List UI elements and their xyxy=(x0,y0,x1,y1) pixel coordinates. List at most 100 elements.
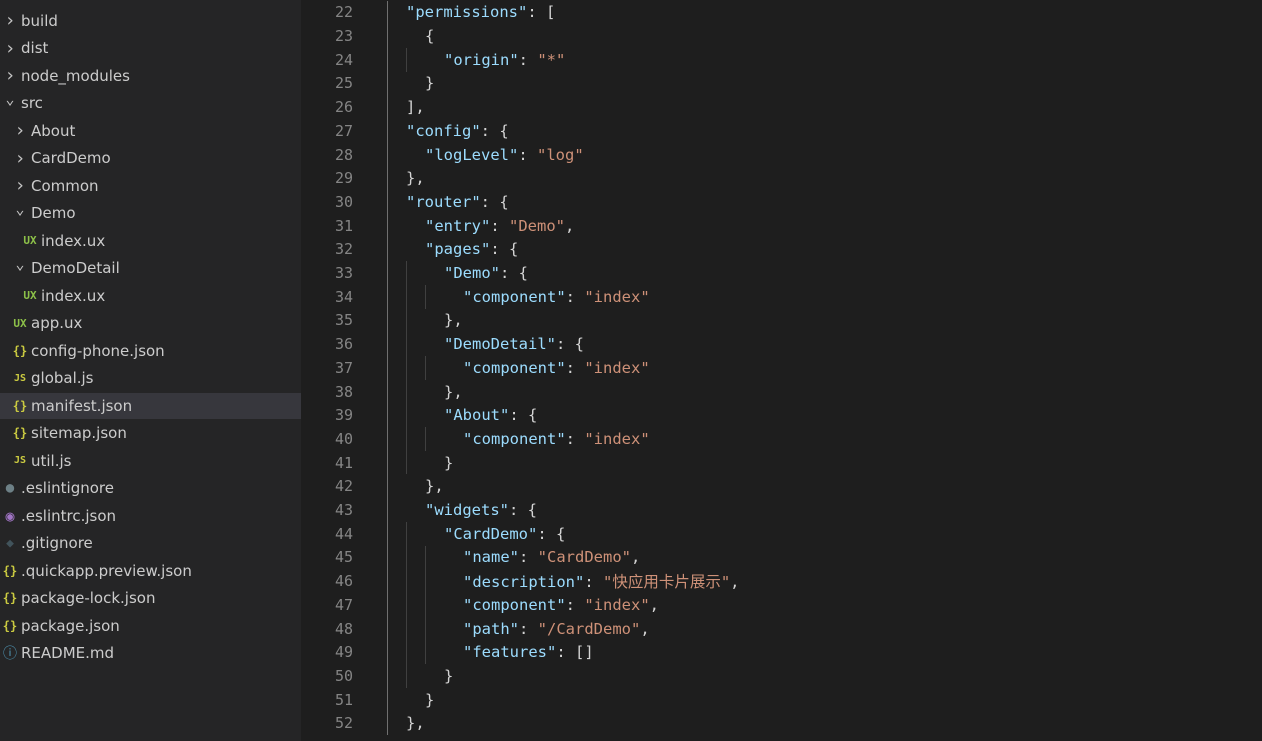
code-line[interactable]: 41} xyxy=(301,451,1262,475)
code-text: }, xyxy=(406,714,425,732)
tree-item-package-lock-json[interactable]: {} package-lock.json xyxy=(0,585,301,611)
code-line[interactable]: 43 "widgets": { xyxy=(301,498,1262,522)
json-punctuation: }, xyxy=(406,169,425,188)
chevron-down-icon: ⌄ xyxy=(15,200,25,218)
tree-item-global-js[interactable]: JS global.js xyxy=(0,365,301,391)
code-text: "component": "index" xyxy=(463,430,650,448)
tree-item-sitemap-json[interactable]: {} sitemap.json xyxy=(0,420,301,446)
code-line[interactable]: 45 "name": "CardDemo", xyxy=(301,546,1262,570)
tree-item-eslintrc-json[interactable]: ◉ .eslintrc.json xyxy=(0,503,301,529)
line-number: 48 xyxy=(334,619,353,638)
code-line[interactable]: 38}, xyxy=(301,380,1262,404)
tree-item-config-phone-json[interactable]: {} config-phone.json xyxy=(0,338,301,364)
tree-item-common[interactable]: › Common xyxy=(0,173,301,199)
code-text: { xyxy=(425,27,434,45)
code-line[interactable]: 25} xyxy=(301,72,1262,96)
line-number: 43 xyxy=(334,501,353,520)
tree-item-app-ux[interactable]: UX app.ux xyxy=(0,310,301,336)
tree-item-carddemo[interactable]: › CardDemo xyxy=(0,145,301,171)
tree-item-node-modules[interactable]: › node_modules xyxy=(0,63,301,89)
tree-item-label: About xyxy=(31,121,76,140)
code-text: } xyxy=(444,667,453,685)
code-text: "name": "CardDemo", xyxy=(463,548,640,566)
info-file-icon: ⓘ xyxy=(3,646,17,662)
json-punctuation: : [] xyxy=(556,643,594,662)
json-file-icon: {} xyxy=(12,398,28,413)
code-line[interactable]: 28 "logLevel": "log" xyxy=(301,143,1262,167)
tree-item-label: app.ux xyxy=(31,314,83,332)
json-string: "快应用卡片展示" xyxy=(603,573,731,592)
code-line[interactable]: 29}, xyxy=(301,166,1262,190)
line-number: 29 xyxy=(334,169,353,188)
line-number: 42 xyxy=(334,477,353,496)
code-line[interactable]: 23 { xyxy=(301,24,1262,48)
code-text: "logLevel": "log" xyxy=(425,146,584,164)
tree-item-manifest-json[interactable]: {} manifest.json xyxy=(0,392,301,419)
code-line[interactable]: 52}, xyxy=(301,712,1262,736)
tree-item-quickapp-preview-json[interactable]: {} .quickapp.preview.json xyxy=(0,558,301,584)
code-text: } xyxy=(425,691,434,709)
code-line[interactable]: 49 "features": [] xyxy=(301,640,1262,664)
json-punctuation: : xyxy=(490,216,509,235)
indent-guide xyxy=(425,427,426,451)
tree-item-demo[interactable]: ⌄ Demo xyxy=(0,200,301,226)
code-line[interactable]: 35}, xyxy=(301,309,1262,333)
tree-item-package-json[interactable]: {} package.json xyxy=(0,613,301,639)
json-punctuation: }, xyxy=(444,382,463,401)
json-punctuation: : xyxy=(565,429,585,448)
code-line[interactable]: 39 "About": { xyxy=(301,403,1262,427)
code-line[interactable]: 22 "permissions": [ xyxy=(301,1,1262,25)
line-number: 27 xyxy=(334,121,353,140)
tree-item-eslintignore[interactable]: ● .eslintignore xyxy=(0,475,301,501)
code-line[interactable]: 27 "config": { xyxy=(301,119,1262,143)
json-punctuation: } xyxy=(425,690,435,709)
json-punctuation: : xyxy=(519,548,538,567)
code-line[interactable]: 26], xyxy=(301,95,1262,119)
code-line[interactable]: 24 "origin": "*" xyxy=(301,48,1262,72)
code-line[interactable]: 51} xyxy=(301,688,1262,712)
code-line[interactable]: 50} xyxy=(301,664,1262,688)
tree-item-index-ux[interactable]: UX index.ux xyxy=(0,283,301,309)
code-line[interactable]: 47 "component": "index", xyxy=(301,593,1262,617)
code-text: "component": "index", xyxy=(463,596,659,614)
code-text: "description": "快应用卡片展示", xyxy=(463,570,740,592)
tree-item-util-js[interactable]: JS util.js xyxy=(0,448,301,474)
json-file-icon: {} xyxy=(12,426,28,440)
code-line[interactable]: 31 "entry": "Demo", xyxy=(301,214,1262,238)
json-key: "About" xyxy=(444,406,510,425)
json-punctuation: { xyxy=(425,27,435,46)
code-line[interactable]: 33 "Demo": { xyxy=(301,261,1262,285)
tree-item-gitignore[interactable]: ◆ .gitignore xyxy=(0,530,301,556)
code-line[interactable]: 32 "pages": { xyxy=(301,238,1262,262)
json-key: "component" xyxy=(463,429,566,448)
code-line[interactable]: 44 "CardDemo": { xyxy=(301,522,1262,546)
json-key: "widgets" xyxy=(425,501,509,520)
tree-item-src[interactable]: ⌄ src xyxy=(0,90,301,116)
json-string: "index" xyxy=(584,595,650,614)
tree-item-build[interactable]: › build xyxy=(0,8,301,34)
json-key: "component" xyxy=(463,287,566,306)
code-text: "entry": "Demo", xyxy=(425,217,574,235)
line-number: 25 xyxy=(334,74,353,93)
code-line[interactable]: 30 "router": { xyxy=(301,190,1262,214)
tree-item-dist[interactable]: › dist xyxy=(0,35,301,61)
js-file-icon: JS xyxy=(13,455,27,466)
tree-item-demodetail[interactable]: ⌄ DemoDetail xyxy=(0,255,301,281)
code-line[interactable]: 37 "component": "index" xyxy=(301,356,1262,380)
line-number: 50 xyxy=(334,666,353,685)
code-editor[interactable]: 22 "permissions": [23{24 "origin": "*" 25} 2… xyxy=(301,0,1262,741)
code-text: "component": "index" xyxy=(463,359,650,377)
json-file-icon: {} xyxy=(2,618,18,633)
code-line[interactable]: 40 "component": "index" xyxy=(301,427,1262,451)
code-line[interactable]: 34 "component": "index" xyxy=(301,285,1262,309)
code-line[interactable]: 36 "DemoDetail": { xyxy=(301,332,1262,356)
json-key: "CardDemo" xyxy=(444,524,538,543)
code-line[interactable]: 48 "path": "/CardDemo", xyxy=(301,617,1262,641)
code-line[interactable]: 42}, xyxy=(301,475,1262,499)
code-line[interactable]: 46 "description": "快应用卡片展示", xyxy=(301,569,1262,593)
tree-item-index-ux[interactable]: UX index.ux xyxy=(0,228,301,254)
json-punctuation: : xyxy=(519,619,538,638)
tree-item-readme-md[interactable]: ⓘ README.md xyxy=(0,640,301,666)
tree-item-about[interactable]: › About xyxy=(0,118,301,144)
indent-guide xyxy=(425,284,426,309)
